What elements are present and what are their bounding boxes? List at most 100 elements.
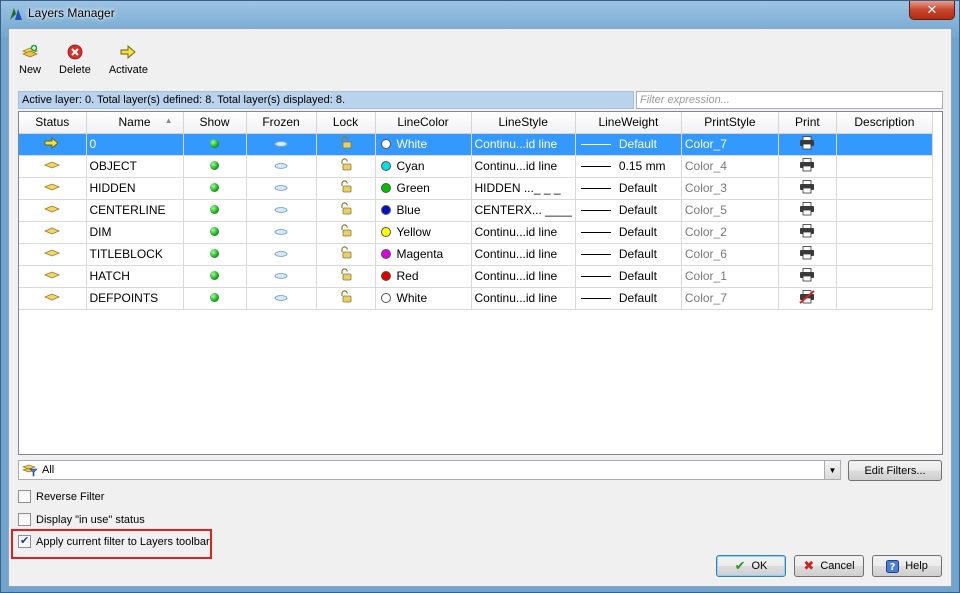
layer-row[interactable]: DEFPOINTS White Continu...id line Default Co…: [19, 287, 933, 310]
name-cell[interactable]: HIDDEN: [86, 177, 184, 200]
col-name[interactable]: Name ▲: [86, 112, 184, 134]
frozen-cell[interactable]: [246, 177, 317, 200]
name-cell[interactable]: DIM: [86, 221, 184, 244]
linestyle-cell[interactable]: HIDDEN ..._ _ _: [471, 177, 576, 200]
name-cell[interactable]: OBJECT: [86, 155, 184, 178]
col-show[interactable]: Show: [183, 112, 247, 134]
layer-row[interactable]: OBJECT Cyan Continu...id line 0.15 mm Color_…: [19, 155, 933, 178]
description-cell[interactable]: [836, 199, 933, 222]
layer-row[interactable]: CENTERLINE Blue CENTERX... ____ Default Colo…: [19, 199, 933, 222]
status-cell[interactable]: [19, 221, 87, 244]
lineweight-cell[interactable]: Default: [575, 243, 682, 266]
layer-row[interactable]: TITLEBLOCK Magenta Continu...id line Defaul…: [19, 243, 933, 266]
description-cell[interactable]: [836, 155, 933, 178]
col-lineweight[interactable]: LineWeight: [575, 112, 682, 134]
col-description[interactable]: Description: [836, 112, 933, 134]
linestyle-cell[interactable]: Continu...id line: [471, 155, 576, 178]
linecolor-cell[interactable]: White: [375, 287, 472, 310]
lineweight-cell[interactable]: Default: [575, 177, 682, 200]
show-cell[interactable]: [183, 133, 247, 156]
delete-button[interactable]: Delete: [55, 39, 95, 85]
printstyle-cell[interactable]: Color_7: [681, 287, 779, 310]
lock-cell[interactable]: [316, 287, 376, 310]
new-button[interactable]: New: [15, 39, 45, 85]
layer-row[interactable]: HATCH Red Continu...id line Default Color_1: [19, 265, 933, 288]
description-cell[interactable]: [836, 133, 933, 156]
status-cell[interactable]: [19, 287, 87, 310]
filter-select[interactable]: All ▼: [18, 460, 841, 480]
linecolor-cell[interactable]: White: [375, 133, 472, 156]
name-cell[interactable]: CENTERLINE: [86, 199, 184, 222]
name-cell[interactable]: DEFPOINTS: [86, 287, 184, 310]
col-print[interactable]: Print: [778, 112, 837, 134]
printstyle-cell[interactable]: Color_7: [681, 133, 779, 156]
lock-cell[interactable]: [316, 177, 376, 200]
show-cell[interactable]: [183, 155, 247, 178]
linestyle-cell[interactable]: Continu...id line: [471, 243, 576, 266]
printstyle-cell[interactable]: Color_1: [681, 265, 779, 288]
printstyle-cell[interactable]: Color_4: [681, 155, 779, 178]
lineweight-cell[interactable]: Default: [575, 221, 682, 244]
linestyle-cell[interactable]: Continu...id line: [471, 133, 576, 156]
show-cell[interactable]: [183, 265, 247, 288]
printstyle-cell[interactable]: Color_2: [681, 221, 779, 244]
activate-button[interactable]: Activate: [105, 39, 152, 85]
show-cell[interactable]: [183, 287, 247, 310]
show-cell[interactable]: [183, 243, 247, 266]
status-cell[interactable]: [19, 177, 87, 200]
printstyle-cell[interactable]: Color_5: [681, 199, 779, 222]
printstyle-cell[interactable]: Color_6: [681, 243, 779, 266]
layer-row[interactable]: DIM Yellow Continu...id line Default Color_2: [19, 221, 933, 244]
status-cell[interactable]: [19, 133, 87, 156]
linestyle-cell[interactable]: Continu...id line: [471, 287, 576, 310]
frozen-cell[interactable]: [246, 243, 317, 266]
reverse-filter-checkbox[interactable]: [18, 490, 31, 503]
linecolor-cell[interactable]: Red: [375, 265, 472, 288]
print-cell[interactable]: [778, 199, 837, 222]
print-cell[interactable]: [778, 243, 837, 266]
ok-button[interactable]: ✔ OK: [716, 555, 786, 577]
linecolor-cell[interactable]: Green: [375, 177, 472, 200]
show-cell[interactable]: [183, 199, 247, 222]
lock-cell[interactable]: [316, 199, 376, 222]
print-cell[interactable]: [778, 221, 837, 244]
name-cell[interactable]: TITLEBLOCK: [86, 243, 184, 266]
frozen-cell[interactable]: [246, 287, 317, 310]
lineweight-cell[interactable]: Default: [575, 265, 682, 288]
filter-expression-input[interactable]: Filter expression...: [636, 91, 943, 109]
lineweight-cell[interactable]: 0.15 mm: [575, 155, 682, 178]
linecolor-cell[interactable]: Magenta: [375, 243, 472, 266]
col-frozen[interactable]: Frozen: [246, 112, 317, 134]
lock-cell[interactable]: [316, 155, 376, 178]
in-use-status-checkbox[interactable]: [18, 513, 31, 526]
frozen-cell[interactable]: [246, 199, 317, 222]
print-cell[interactable]: [778, 155, 837, 178]
layer-row[interactable]: HIDDEN Green HIDDEN ..._ _ _ Default Color_3: [19, 177, 933, 200]
linestyle-cell[interactable]: CENTERX... ____: [471, 199, 576, 222]
linestyle-cell[interactable]: Continu...id line: [471, 265, 576, 288]
edit-filters-button[interactable]: Edit Filters...: [848, 460, 942, 481]
status-cell[interactable]: [19, 155, 87, 178]
chevron-down-icon[interactable]: ▼: [824, 461, 840, 479]
reverse-filter-option[interactable]: Reverse Filter: [18, 490, 104, 503]
col-printstyle[interactable]: PrintStyle: [681, 112, 779, 134]
lineweight-cell[interactable]: Default: [575, 133, 682, 156]
linestyle-cell[interactable]: Continu...id line: [471, 221, 576, 244]
linecolor-cell[interactable]: Blue: [375, 199, 472, 222]
col-lock[interactable]: Lock: [316, 112, 376, 134]
close-button[interactable]: ✕: [909, 1, 955, 20]
print-cell[interactable]: [778, 177, 837, 200]
lock-cell[interactable]: [316, 221, 376, 244]
frozen-cell[interactable]: [246, 221, 317, 244]
layer-row[interactable]: 0 White Continu...id line Default Color_7: [19, 133, 933, 156]
description-cell[interactable]: [836, 177, 933, 200]
description-cell[interactable]: [836, 243, 933, 266]
printstyle-cell[interactable]: Color_3: [681, 177, 779, 200]
in-use-status-option[interactable]: Display "in use" status: [18, 513, 145, 526]
description-cell[interactable]: [836, 265, 933, 288]
frozen-cell[interactable]: [246, 265, 317, 288]
col-status[interactable]: Status: [19, 112, 87, 134]
frozen-cell[interactable]: [246, 133, 317, 156]
frozen-cell[interactable]: [246, 155, 317, 178]
print-cell[interactable]: [778, 133, 837, 156]
